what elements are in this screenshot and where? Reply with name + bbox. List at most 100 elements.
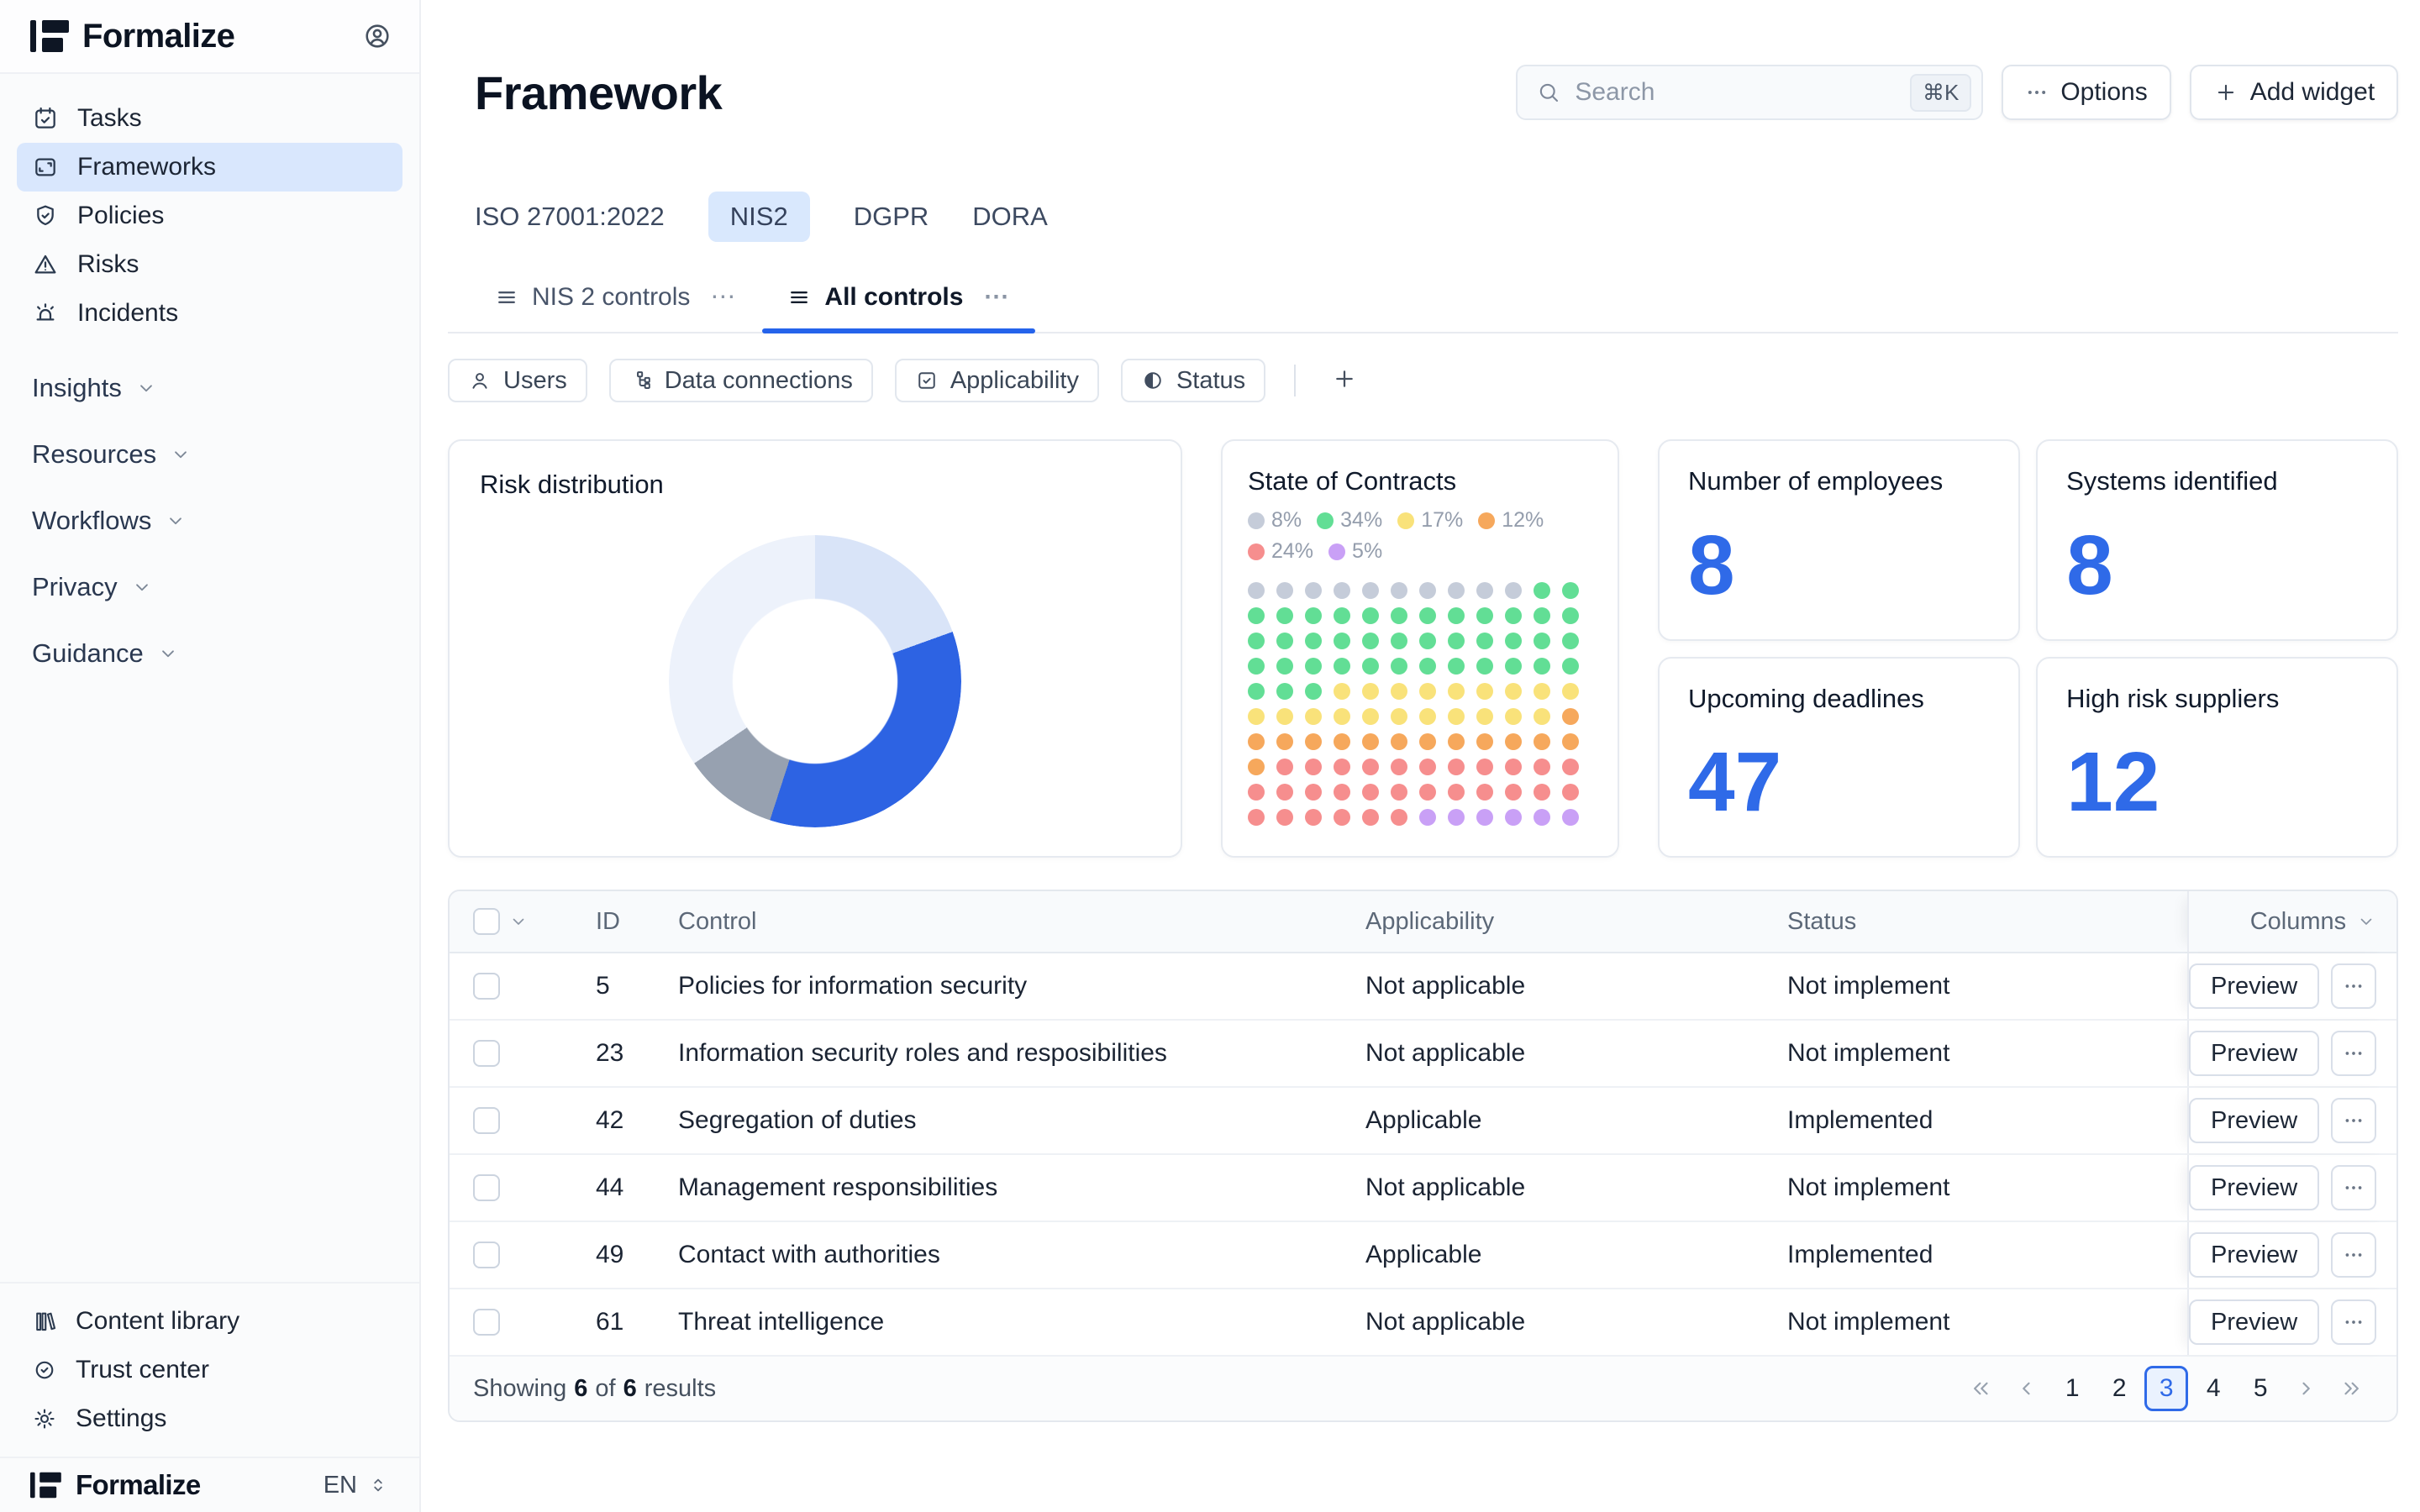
add-widget-button[interactable]: Add widget xyxy=(2190,65,2398,120)
table-row: 61Threat intelligenceNot applicableNot i… xyxy=(450,1289,2396,1357)
sidebar-section-workflows[interactable]: Workflows xyxy=(32,487,387,554)
next-page-button[interactable] xyxy=(2286,1376,2328,1401)
waffle-dot xyxy=(1276,708,1293,725)
tab-dora[interactable]: DORA xyxy=(972,192,1048,242)
chevron-down-icon xyxy=(135,377,157,399)
page-button-5[interactable]: 5 xyxy=(2238,1366,2282,1411)
filter-chip-users[interactable]: Users xyxy=(448,359,587,402)
sidebar-item-risks[interactable]: Risks xyxy=(17,240,402,289)
waffle-dot xyxy=(1334,784,1350,801)
tab-options-icon[interactable]: ⋯ xyxy=(983,282,1010,312)
waffle-dot xyxy=(1534,683,1550,700)
page-button-4[interactable]: 4 xyxy=(2191,1366,2235,1411)
row-more-button[interactable] xyxy=(2331,963,2376,1009)
row-select-checkbox[interactable] xyxy=(473,1174,500,1201)
page-button-3[interactable]: 3 xyxy=(2144,1366,2188,1411)
row-more-button[interactable] xyxy=(2331,1165,2376,1210)
waffle-dot xyxy=(1419,784,1436,801)
add-filter-button[interactable] xyxy=(1324,365,1365,396)
row-more-button[interactable] xyxy=(2331,1098,2376,1143)
main-content: Framework ⌘K Options Add widget ISO 2700… xyxy=(421,0,2420,1512)
preview-button[interactable]: Preview xyxy=(2189,963,2319,1009)
preview-button[interactable]: Preview xyxy=(2189,1299,2319,1345)
sidebar-section-privacy[interactable]: Privacy xyxy=(32,554,387,620)
waffle-dot xyxy=(1505,683,1522,700)
waffle-dot xyxy=(1476,759,1493,775)
row-more-button[interactable] xyxy=(2331,1031,2376,1076)
waffle-dot xyxy=(1334,759,1350,775)
prev-page-button[interactable] xyxy=(2005,1376,2047,1401)
sidebar-item-content-library[interactable]: Content library xyxy=(17,1297,402,1346)
sidebar-item-policies[interactable]: Policies xyxy=(17,192,402,240)
row-select-checkbox[interactable] xyxy=(473,1107,500,1134)
waffle-dot xyxy=(1334,607,1350,624)
formalize-footer-logo: Formalize xyxy=(30,1468,201,1502)
first-page-button[interactable] xyxy=(1960,1376,2002,1401)
account-icon[interactable] xyxy=(362,21,392,51)
tab-options-icon[interactable]: ⋯ xyxy=(710,282,737,312)
waffle-dot xyxy=(1334,733,1350,750)
row-select-checkbox[interactable] xyxy=(473,973,500,1000)
page-button-2[interactable]: 2 xyxy=(2097,1366,2141,1411)
row-id: 44 xyxy=(571,1155,651,1221)
row-more-button[interactable] xyxy=(2331,1232,2376,1278)
sidebar-section-guidance[interactable]: Guidance xyxy=(32,620,387,686)
sidebar-item-frameworks[interactable]: Frameworks xyxy=(17,143,402,192)
filter-chip-label: Status xyxy=(1176,367,1245,395)
sidebar-item-trust-center[interactable]: Trust center xyxy=(17,1346,402,1394)
filter-chip-label: Applicability xyxy=(950,367,1079,395)
legend-item: 12% xyxy=(1478,508,1544,533)
sidebar-item-label: Risks xyxy=(77,250,139,279)
row-select-checkbox[interactable] xyxy=(473,1242,500,1268)
filter-chip-applicability[interactable]: Applicability xyxy=(895,359,1099,402)
tab-nis2[interactable]: NIS2 xyxy=(708,192,810,242)
preview-button[interactable]: Preview xyxy=(2189,1165,2319,1210)
sidebar-item-tasks[interactable]: Tasks xyxy=(17,94,402,143)
column-header-applicability[interactable]: Applicability xyxy=(1344,891,1765,952)
waffle-dot xyxy=(1276,658,1293,675)
columns-menu-button[interactable]: Columns xyxy=(2187,891,2396,952)
search-input[interactable] xyxy=(1573,77,1898,108)
page-button-1[interactable]: 1 xyxy=(2050,1366,2094,1411)
chevron-down-icon[interactable] xyxy=(508,911,529,932)
waffle-dot xyxy=(1391,809,1407,826)
stat-card-high-risk-suppliers: High risk suppliers12 xyxy=(2036,657,2398,858)
preview-button[interactable]: Preview xyxy=(2189,1098,2319,1143)
waffle-dot xyxy=(1334,683,1350,700)
row-select-checkbox[interactable] xyxy=(473,1040,500,1067)
waffle-dot xyxy=(1391,658,1407,675)
search-box[interactable]: ⌘K xyxy=(1516,65,1983,120)
waffle-dot xyxy=(1362,582,1379,599)
last-page-button[interactable] xyxy=(2331,1376,2373,1401)
options-button[interactable]: Options xyxy=(2002,65,2170,120)
column-header-control[interactable]: Control xyxy=(651,891,1344,952)
sidebar-item-settings[interactable]: Settings xyxy=(17,1394,402,1443)
filter-chip-status[interactable]: Status xyxy=(1121,359,1265,402)
sidebar: Formalize TasksFrameworksPolicies Risks In… xyxy=(0,0,421,1512)
tab-iso-27001-2022[interactable]: ISO 27001:2022 xyxy=(475,192,665,242)
stat-card-upcoming-deadlines: Upcoming deadlines47 xyxy=(1658,657,2020,858)
sidebar-item-incidents[interactable]: Incidents xyxy=(17,289,402,338)
tab-dgpr[interactable]: DGPR xyxy=(854,192,929,242)
column-header-id[interactable]: ID xyxy=(571,891,651,952)
waffle-dot xyxy=(1276,759,1293,775)
row-more-button[interactable] xyxy=(2331,1299,2376,1345)
waffle-dot xyxy=(1476,784,1493,801)
sidebar-section-resources[interactable]: Resources xyxy=(32,421,387,487)
language-selector[interactable]: EN xyxy=(324,1472,389,1499)
filter-chip-data-connections[interactable]: Data connections xyxy=(609,359,873,402)
tab-all-controls[interactable]: All controls⋯ xyxy=(762,274,1035,332)
preview-button[interactable]: Preview xyxy=(2189,1232,2319,1278)
tab-nis-2-controls[interactable]: NIS 2 controls⋯ xyxy=(470,274,762,332)
stat-label: Number of employees xyxy=(1688,466,1990,496)
table-row: 49Contact with authoritiesApplicableImpl… xyxy=(450,1222,2396,1289)
select-all-checkbox[interactable] xyxy=(473,908,500,935)
sidebar-section-insights[interactable]: Insights xyxy=(32,354,387,421)
column-header-status[interactable]: Status xyxy=(1765,891,2187,952)
stat-value: 8 xyxy=(1688,523,1990,607)
legend-dot-icon xyxy=(1397,512,1414,529)
preview-button[interactable]: Preview xyxy=(2189,1031,2319,1076)
waffle-dot xyxy=(1276,633,1293,649)
row-applicability: Not applicable xyxy=(1344,1289,1765,1355)
row-select-checkbox[interactable] xyxy=(473,1309,500,1336)
